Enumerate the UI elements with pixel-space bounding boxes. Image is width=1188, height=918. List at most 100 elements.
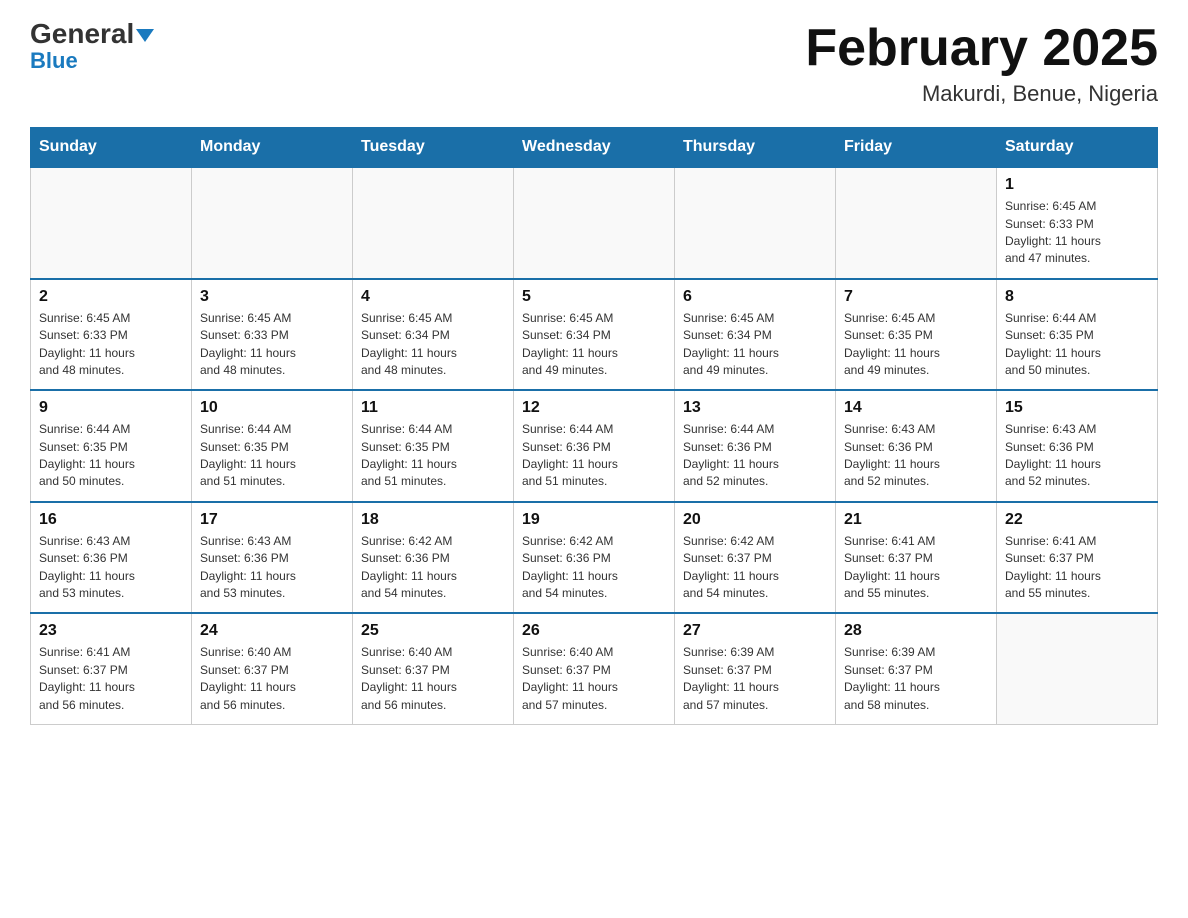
day-number: 27	[683, 622, 827, 640]
calendar-cell: 27 Sunrise: 6:39 AM Sunset: 6:37 PM Dayli…	[675, 613, 836, 724]
calendar-cell: 24 Sunrise: 6:40 AM Sunset: 6:37 PM Dayli…	[192, 613, 353, 724]
day-number: 25	[361, 622, 505, 640]
day-number: 26	[522, 622, 666, 640]
day-number: 1	[1005, 176, 1149, 194]
day-number: 14	[844, 399, 988, 417]
calendar-cell: 7Sunrise: 6:45 AM Sunset: 6:35 PM Daylig…	[836, 279, 997, 391]
week-row-2: 2 Sunrise: 6:45 AM Sunset: 6:33 PM Daylig…	[31, 279, 1158, 391]
day-info: Sunrise: 6:45 AM Sunset: 6:33 PM Dayligh…	[1005, 198, 1149, 268]
day-info: Sunrise: 6:45 AM Sunset: 6:34 PM Dayligh…	[522, 310, 666, 380]
column-header-monday: Monday	[192, 128, 353, 168]
day-number: 12	[522, 399, 666, 417]
day-number: 24	[200, 622, 344, 640]
day-number: 19	[522, 511, 666, 529]
column-header-friday: Friday	[836, 128, 997, 168]
calendar-cell: 8 Sunrise: 6:44 AM Sunset: 6:35 PM Daylig…	[997, 279, 1158, 391]
calendar-cell	[514, 167, 675, 279]
calendar-cell	[31, 167, 192, 279]
calendar-cell: 12 Sunrise: 6:44 AM Sunset: 6:36 PM Dayli…	[514, 390, 675, 502]
day-number: 16	[39, 511, 183, 529]
calendar-cell: 26Sunrise: 6:40 AM Sunset: 6:37 PM Dayli…	[514, 613, 675, 724]
calendar-cell: 20 Sunrise: 6:42 AM Sunset: 6:37 PM Dayli…	[675, 502, 836, 614]
calendar-cell: 25 Sunrise: 6:40 AM Sunset: 6:37 PM Dayli…	[353, 613, 514, 724]
day-number: 15	[1005, 399, 1149, 417]
header-row: SundayMondayTuesdayWednesdayThursdayFrid…	[31, 128, 1158, 168]
calendar-title: February 2025	[805, 20, 1158, 77]
calendar-cell: 5 Sunrise: 6:45 AM Sunset: 6:34 PM Daylig…	[514, 279, 675, 391]
day-number: 7	[844, 288, 988, 306]
calendar-cell	[836, 167, 997, 279]
calendar-cell: 9 Sunrise: 6:44 AM Sunset: 6:35 PM Daylig…	[31, 390, 192, 502]
day-info: Sunrise: 6:40 AM Sunset: 6:37 PM Dayligh…	[200, 644, 344, 714]
calendar-cell	[192, 167, 353, 279]
column-header-tuesday: Tuesday	[353, 128, 514, 168]
logo: General Blue	[30, 20, 154, 74]
day-info: Sunrise: 6:40 AM Sunset: 6:37 PM Dayligh…	[361, 644, 505, 714]
logo-general: General	[30, 20, 154, 48]
day-info: Sunrise: 6:43 AM Sunset: 6:36 PM Dayligh…	[39, 533, 183, 603]
day-info: Sunrise: 6:44 AM Sunset: 6:36 PM Dayligh…	[683, 421, 827, 491]
day-number: 2	[39, 288, 183, 306]
calendar-cell: 14 Sunrise: 6:43 AM Sunset: 6:36 PM Dayli…	[836, 390, 997, 502]
day-info: Sunrise: 6:41 AM Sunset: 6:37 PM Dayligh…	[39, 644, 183, 714]
day-number: 5	[522, 288, 666, 306]
week-row-4: 16 Sunrise: 6:43 AM Sunset: 6:36 PM Dayli…	[31, 502, 1158, 614]
day-info: Sunrise: 6:41 AM Sunset: 6:37 PM Dayligh…	[1005, 533, 1149, 603]
day-number: 11	[361, 399, 505, 417]
day-info: Sunrise: 6:43 AM Sunset: 6:36 PM Dayligh…	[200, 533, 344, 603]
day-info: Sunrise: 6:39 AM Sunset: 6:37 PM Dayligh…	[844, 644, 988, 714]
day-number: 3	[200, 288, 344, 306]
column-header-sunday: Sunday	[31, 128, 192, 168]
day-info: Sunrise: 6:42 AM Sunset: 6:36 PM Dayligh…	[361, 533, 505, 603]
day-number: 28	[844, 622, 988, 640]
calendar-cell: 18 Sunrise: 6:42 AM Sunset: 6:36 PM Dayli…	[353, 502, 514, 614]
calendar-cell: 4 Sunrise: 6:45 AM Sunset: 6:34 PM Daylig…	[353, 279, 514, 391]
day-number: 9	[39, 399, 183, 417]
day-info: Sunrise: 6:44 AM Sunset: 6:35 PM Dayligh…	[1005, 310, 1149, 380]
day-info: Sunrise: 6:45 AM Sunset: 6:33 PM Dayligh…	[200, 310, 344, 380]
column-header-wednesday: Wednesday	[514, 128, 675, 168]
calendar-cell: 19 Sunrise: 6:42 AM Sunset: 6:36 PM Dayli…	[514, 502, 675, 614]
day-info: Sunrise: 6:44 AM Sunset: 6:35 PM Dayligh…	[39, 421, 183, 491]
calendar-cell: 2 Sunrise: 6:45 AM Sunset: 6:33 PM Daylig…	[31, 279, 192, 391]
week-row-3: 9 Sunrise: 6:44 AM Sunset: 6:35 PM Daylig…	[31, 390, 1158, 502]
day-info: Sunrise: 6:41 AM Sunset: 6:37 PM Dayligh…	[844, 533, 988, 603]
day-info: Sunrise: 6:42 AM Sunset: 6:36 PM Dayligh…	[522, 533, 666, 603]
day-number: 6	[683, 288, 827, 306]
day-number: 20	[683, 511, 827, 529]
calendar-cell: 21 Sunrise: 6:41 AM Sunset: 6:37 PM Dayli…	[836, 502, 997, 614]
day-info: Sunrise: 6:45 AM Sunset: 6:33 PM Dayligh…	[39, 310, 183, 380]
column-header-saturday: Saturday	[997, 128, 1158, 168]
calendar-cell: 28 Sunrise: 6:39 AM Sunset: 6:37 PM Dayli…	[836, 613, 997, 724]
day-number: 22	[1005, 511, 1149, 529]
calendar-cell: 22 Sunrise: 6:41 AM Sunset: 6:37 PM Dayli…	[997, 502, 1158, 614]
day-number: 17	[200, 511, 344, 529]
day-info: Sunrise: 6:44 AM Sunset: 6:35 PM Dayligh…	[200, 421, 344, 491]
day-info: Sunrise: 6:44 AM Sunset: 6:35 PM Dayligh…	[361, 421, 505, 491]
logo-blue: Blue	[30, 48, 78, 74]
day-info: Sunrise: 6:45 AM Sunset: 6:34 PM Dayligh…	[361, 310, 505, 380]
calendar-cell	[353, 167, 514, 279]
day-number: 4	[361, 288, 505, 306]
day-number: 13	[683, 399, 827, 417]
day-info: Sunrise: 6:42 AM Sunset: 6:37 PM Dayligh…	[683, 533, 827, 603]
day-number: 21	[844, 511, 988, 529]
calendar-cell: 23 Sunrise: 6:41 AM Sunset: 6:37 PM Dayli…	[31, 613, 192, 724]
day-number: 10	[200, 399, 344, 417]
day-info: Sunrise: 6:43 AM Sunset: 6:36 PM Dayligh…	[844, 421, 988, 491]
calendar-cell: 3 Sunrise: 6:45 AM Sunset: 6:33 PM Daylig…	[192, 279, 353, 391]
day-number: 23	[39, 622, 183, 640]
calendar-cell: 10 Sunrise: 6:44 AM Sunset: 6:35 PM Dayli…	[192, 390, 353, 502]
day-info: Sunrise: 6:39 AM Sunset: 6:37 PM Dayligh…	[683, 644, 827, 714]
week-row-1: 1 Sunrise: 6:45 AM Sunset: 6:33 PM Daylig…	[31, 167, 1158, 279]
calendar-cell: 11 Sunrise: 6:44 AM Sunset: 6:35 PM Dayli…	[353, 390, 514, 502]
day-info: Sunrise: 6:44 AM Sunset: 6:36 PM Dayligh…	[522, 421, 666, 491]
day-info: Sunrise: 6:45 AM Sunset: 6:34 PM Dayligh…	[683, 310, 827, 380]
day-number: 18	[361, 511, 505, 529]
calendar-subtitle: Makurdi, Benue, Nigeria	[805, 81, 1158, 107]
calendar-cell: 13 Sunrise: 6:44 AM Sunset: 6:36 PM Dayli…	[675, 390, 836, 502]
day-number: 8	[1005, 288, 1149, 306]
calendar-cell: 16 Sunrise: 6:43 AM Sunset: 6:36 PM Dayli…	[31, 502, 192, 614]
title-area: February 2025 Makurdi, Benue, Nigeria	[805, 20, 1158, 107]
week-row-5: 23 Sunrise: 6:41 AM Sunset: 6:37 PM Dayli…	[31, 613, 1158, 724]
